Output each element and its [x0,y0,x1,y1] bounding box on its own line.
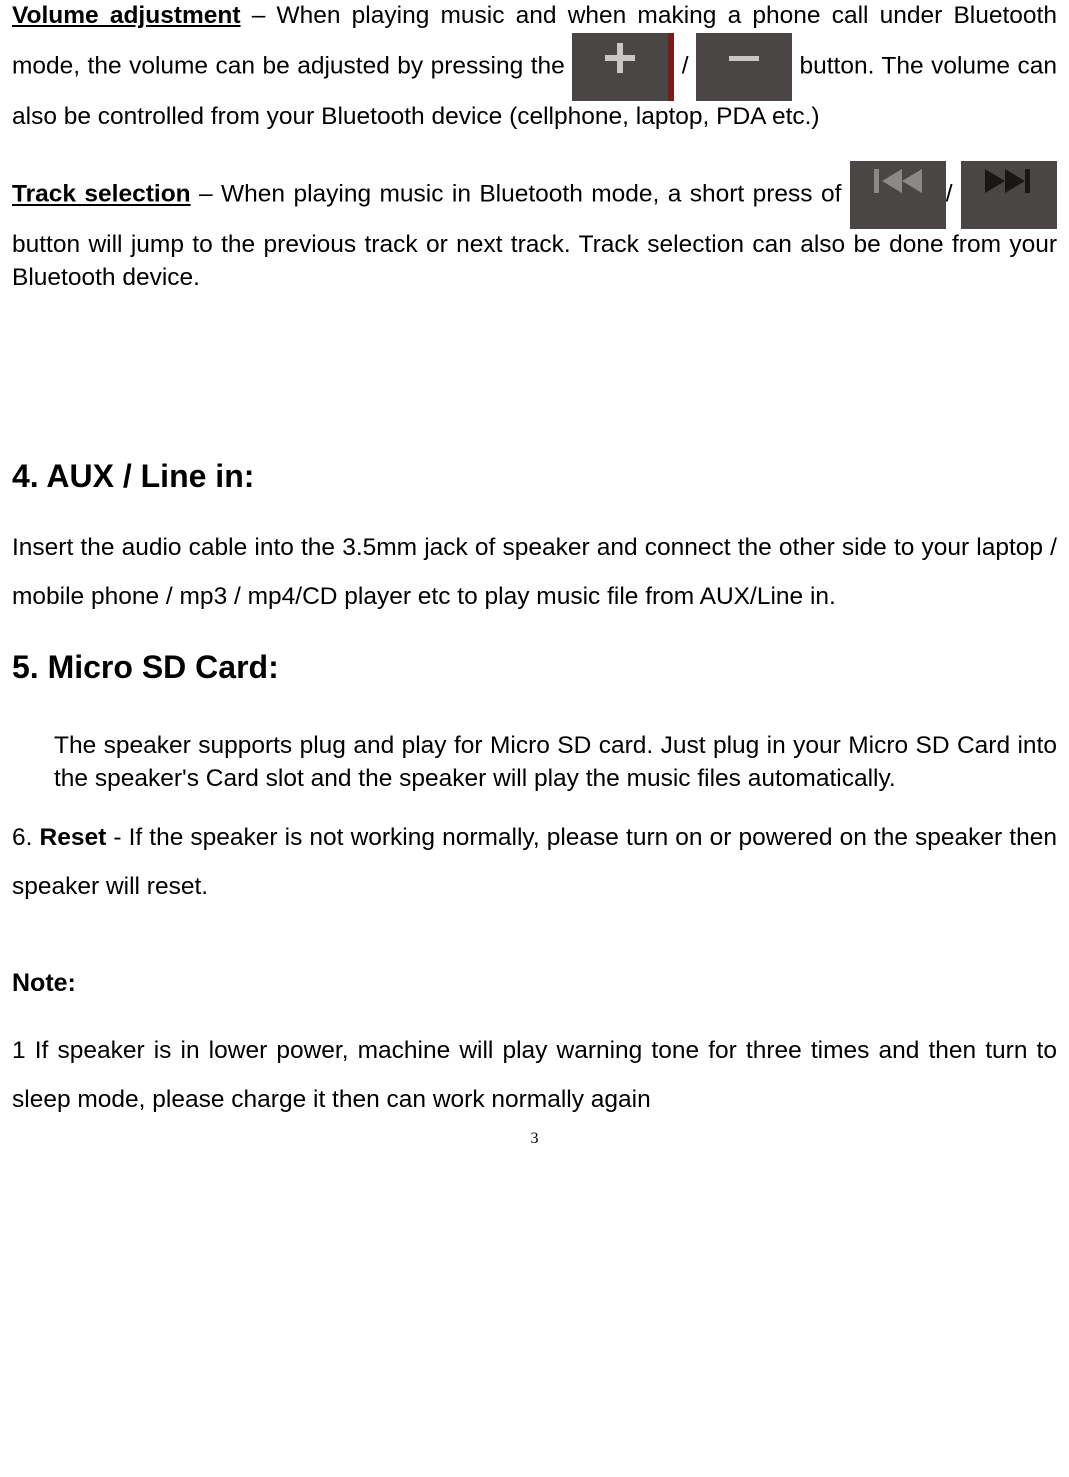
paragraph-note: 1 If speaker is in lower power, machine … [12,1026,1057,1124]
next-track-icon [961,161,1057,229]
text-track-a: – When playing music in Bluetooth mode, … [191,181,850,208]
previous-track-icon [850,161,946,229]
paragraph-reset: 6. Reset - If the speaker is not working… [12,813,1057,911]
page-number: 3 [12,1130,1057,1148]
heading-sd: 5. Micro SD Card: [12,649,1057,686]
paragraph-sd: The speaker supports plug and play for M… [12,730,1057,795]
paragraph-track: Track selection – When playing music in … [12,161,1057,294]
text-track-b: button will jump to the previous track o… [12,231,1057,291]
text-reset: - If the speaker is not working normally… [12,824,1057,900]
heading-aux: 4. AUX / Line in: [12,458,1057,495]
separator-track: / [946,181,961,208]
paragraph-aux: Insert the audio cable into the 3.5mm ja… [12,523,1057,621]
heading-note: Note: [12,969,1057,998]
paragraph-volume: Volume adjustment – When playing music a… [12,0,1057,133]
separator-volume: / [674,52,696,79]
reset-prefix: 6. [12,824,40,851]
label-volume: Volume adjustment [12,2,241,29]
document-page: Volume adjustment – When playing music a… [0,0,1069,1168]
label-reset: Reset [40,824,107,851]
plus-icon [572,33,674,101]
label-track: Track selection [12,181,191,208]
minus-icon [696,33,792,101]
